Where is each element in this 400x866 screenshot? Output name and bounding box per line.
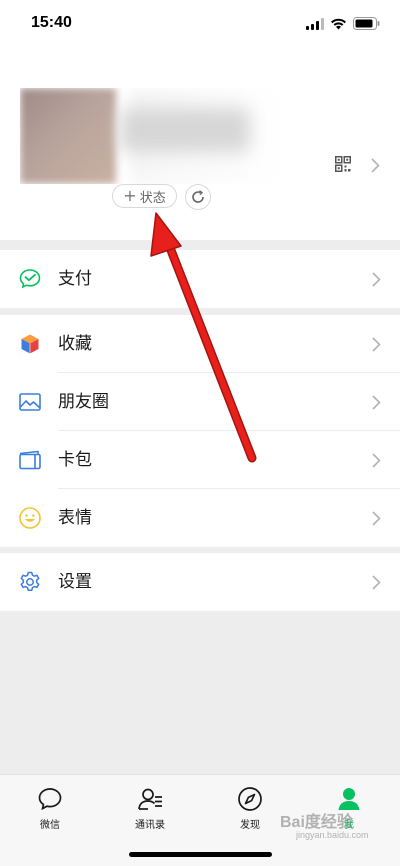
chevron-right-icon xyxy=(372,511,381,526)
smile-icon xyxy=(19,507,41,529)
contacts-icon xyxy=(138,788,162,810)
chevron-right-icon xyxy=(372,272,381,287)
tab-contacts-label: 通讯录 xyxy=(135,820,165,831)
status-icons xyxy=(306,17,380,30)
tab-discover[interactable]: 发现 xyxy=(220,785,280,831)
menu-item-settings[interactable]: 设置 xyxy=(0,553,400,611)
wifi-icon xyxy=(331,18,346,29)
watermark: Bai度经验 xyxy=(280,814,353,831)
watermark-url: jingyan.baidu.com xyxy=(296,830,369,840)
profile-name-blurred xyxy=(120,108,250,152)
chevron-right-icon xyxy=(372,395,381,410)
compass-icon xyxy=(238,787,262,811)
menu-item-cards[interactable]: 卡包 xyxy=(0,431,400,489)
home-indicator xyxy=(129,852,272,857)
tab-contacts[interactable]: 通讯录 xyxy=(120,785,180,831)
avatar[interactable] xyxy=(20,88,116,184)
profile-header[interactable] xyxy=(0,50,400,240)
menu-group-settings: 设置 xyxy=(0,553,400,611)
menu-item-stickers[interactable]: 表情 xyxy=(0,489,400,547)
wallet-icon xyxy=(19,450,41,470)
menu-item-pay[interactable]: 支付 xyxy=(0,250,400,308)
add-status-button[interactable]: + 状态 xyxy=(112,184,177,208)
menu-item-favorites-label: 收藏 xyxy=(58,334,92,354)
chevron-right-icon xyxy=(372,453,381,468)
chevron-right-icon xyxy=(372,575,381,590)
signal-icon xyxy=(306,17,324,30)
plus-icon: + xyxy=(123,186,137,205)
tab-discover-label: 发现 xyxy=(240,820,260,831)
chevron-right-icon xyxy=(372,337,381,352)
chevron-right-icon[interactable] xyxy=(371,158,380,173)
tab-chats[interactable]: 微信 xyxy=(20,785,80,831)
tab-chats-label: 微信 xyxy=(40,820,60,831)
pay-icon xyxy=(19,269,41,289)
status-time: 15:40 xyxy=(31,14,72,31)
refresh-status-button[interactable] xyxy=(185,184,211,210)
cube-icon xyxy=(21,334,39,354)
menu-item-stickers-label: 表情 xyxy=(58,508,92,528)
menu-item-cards-label: 卡包 xyxy=(58,450,92,470)
gear-icon xyxy=(20,571,40,591)
status-bar: 15:40 xyxy=(0,0,400,50)
picture-icon xyxy=(19,393,41,411)
menu-item-moments-label: 朋友圈 xyxy=(58,392,109,412)
qr-code-icon[interactable] xyxy=(335,156,351,172)
menu-item-favorites[interactable]: 收藏 xyxy=(0,315,400,373)
profile-blurred-info[interactable] xyxy=(20,88,282,184)
menu-group-main: 收藏 朋友圈 卡包 表情 xyxy=(0,315,400,547)
menu-group-pay: 支付 xyxy=(0,250,400,308)
refresh-icon xyxy=(192,190,204,203)
add-status-label: 状态 xyxy=(139,190,166,206)
menu-item-settings-label: 设置 xyxy=(58,572,92,592)
chat-icon xyxy=(38,788,62,811)
menu-item-moments[interactable]: 朋友圈 xyxy=(0,373,400,431)
battery-icon xyxy=(353,17,380,30)
menu-item-pay-label: 支付 xyxy=(58,269,92,289)
